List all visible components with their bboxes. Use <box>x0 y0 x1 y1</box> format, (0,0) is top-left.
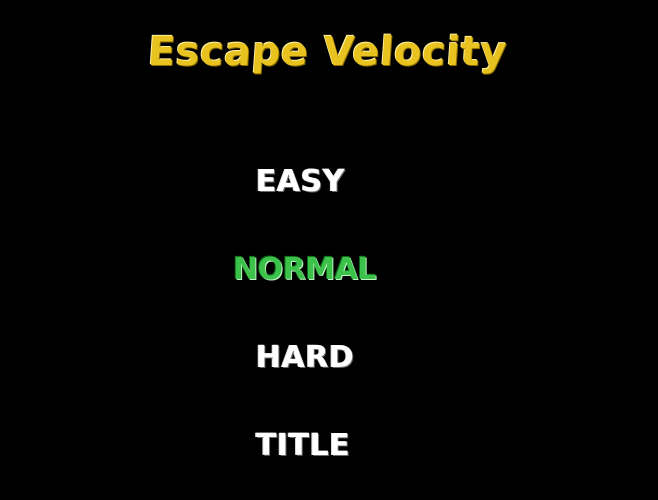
menu-item-normal[interactable]: NORMAL <box>233 250 376 290</box>
menu-item-easy[interactable]: EASY <box>256 162 345 202</box>
game-title: Escape Velocity <box>146 29 509 75</box>
menu-item-title[interactable]: TITLE <box>256 426 350 466</box>
difficulty-select-screen: Escape Velocity EASY NORMAL HARD TITLE <box>0 0 658 500</box>
menu-item-hard[interactable]: HARD <box>256 338 354 378</box>
